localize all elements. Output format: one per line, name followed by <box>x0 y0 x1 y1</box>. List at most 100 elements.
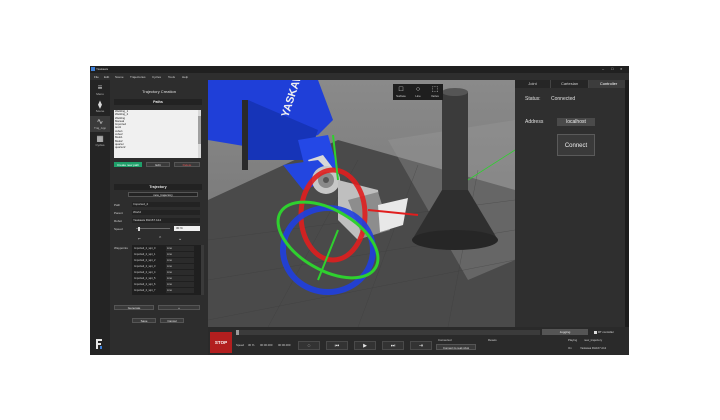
motion-select[interactable]: Line <box>166 263 194 269</box>
address-input[interactable]: localhost <box>557 118 595 126</box>
trajectory-icon: ∿ <box>96 117 104 126</box>
icon-sidebar: ≡ Menu ⧫ Scene ∿ Traj_App ▦ Cycles <box>90 80 110 355</box>
cancel-button[interactable]: Cancel <box>160 318 184 323</box>
status-value: Connected <box>551 96 576 102</box>
field-label: Speed <box>114 227 123 231</box>
minimize-icon[interactable]: ─ <box>602 67 604 71</box>
list-item[interactable]: quarter2 <box>114 145 198 149</box>
status-label: Status: <box>525 96 541 102</box>
scrollbar-thumb[interactable] <box>198 116 201 144</box>
step-button[interactable]: ⇥ <box>410 341 432 350</box>
motion-select[interactable]: Line <box>166 257 194 263</box>
timeline-handle[interactable] <box>236 330 239 335</box>
surface-label[interactable]: Surface <box>393 94 409 98</box>
rt-controller-checkbox[interactable]: RT controller <box>594 330 614 334</box>
on-value: Yaskawa RH167 A12 <box>580 346 607 350</box>
close-icon[interactable]: ✕ <box>620 67 623 71</box>
maximize-icon[interactable]: ☐ <box>611 67 614 71</box>
waypoint-tools: ⌐ ⌃ ⌄ <box>134 236 204 242</box>
trajectory-name-field[interactable]: new_trajectory <box>128 192 198 197</box>
slider-knob[interactable] <box>137 226 140 231</box>
save-button[interactable]: Save <box>132 318 156 323</box>
motion-select[interactable]: Line <box>166 281 194 287</box>
connect-real-robot-button[interactable]: Connect to real robot <box>436 344 476 350</box>
play-button[interactable]: ▶ <box>354 341 376 350</box>
generate-button[interactable]: Generate <box>114 305 154 310</box>
skip-forward-button[interactable]: ⏭ <box>382 341 404 350</box>
line-label[interactable]: Line <box>410 94 426 98</box>
create-path-button[interactable]: Create new path <box>114 162 142 167</box>
3d-viewport[interactable]: YASKAWA □ Surface ○ Line ⬚ Vertex <box>208 80 515 327</box>
tab-joint[interactable]: Joint <box>515 80 551 88</box>
timeline-slider[interactable] <box>236 330 540 335</box>
speed-stepper[interactable]: 30 % <box>174 226 200 231</box>
vertex-label[interactable]: Vertex <box>427 94 443 98</box>
surface-icon[interactable]: □ <box>393 86 409 93</box>
menu-file[interactable]: File <box>94 75 99 79</box>
paths-list[interactable]: Welding_1 Welding_2 Welding Manual Impor… <box>114 110 198 158</box>
tab-controller[interactable]: Controller <box>589 80 629 88</box>
checkbox-box[interactable] <box>594 330 597 334</box>
waypoints-table[interactable]: Imported_2_wpt_0 Line Imported_2_wpt_1 Lin… <box>132 245 204 295</box>
menu-cycles[interactable]: Cycles <box>152 75 161 79</box>
waypoint-name: Imported_2_wpt_5 <box>134 276 156 280</box>
waypoint-name: Imported_2_wpt_0 <box>134 246 156 250</box>
robot-select[interactable]: Yaskawa RH167 A12 <box>132 218 200 223</box>
panel-tabs: Joint Cartesian Controller <box>515 80 629 88</box>
field-label: Parent <box>114 211 123 215</box>
motion-select[interactable]: Line <box>166 251 194 257</box>
motion-select[interactable]: Line <box>166 275 194 281</box>
parent-field: Parent World <box>114 210 202 215</box>
vertex-icon[interactable]: ⬚ <box>427 86 443 93</box>
cycles-icon: ▦ <box>96 134 104 143</box>
delete-path-button[interactable]: Delete <box>174 162 200 167</box>
menu-help[interactable]: Help <box>182 75 188 79</box>
skip-back-button[interactable]: ⏮ <box>326 341 348 350</box>
menu-tools[interactable]: Tools <box>168 75 175 79</box>
table-row[interactable]: Imported_2_wpt_7 Line <box>132 287 200 293</box>
speed-slider[interactable] <box>136 226 170 231</box>
loop-button[interactable]: ◌ <box>298 341 320 350</box>
playing-label: Playing <box>568 338 578 342</box>
title-bar: Yaskawa ─ ☐ ✕ <box>90 66 629 73</box>
insert-waypoint-icon[interactable]: ⌐ <box>138 236 141 242</box>
parent-select[interactable]: World <box>132 210 200 215</box>
playing-value: new_trajectory <box>584 338 603 342</box>
right-edge-bar <box>625 80 629 327</box>
menu-edit[interactable]: Edit <box>104 75 109 79</box>
sidebar-item-scene[interactable]: ⧫ Scene <box>90 99 110 115</box>
speed-label: Speed <box>236 343 245 347</box>
tab-cartesian[interactable]: Cartesian <box>551 80 589 88</box>
motion-select[interactable]: Line <box>166 269 194 275</box>
sidebar-item-trajectory[interactable]: ∿ Traj_App <box>90 116 110 132</box>
sidebar-item-label: Scene <box>95 109 105 113</box>
move-down-icon[interactable]: ⌄ <box>178 236 182 242</box>
motion-select[interactable]: Line <box>166 287 194 293</box>
waypoint-name: Imported_2_wpt_2 <box>134 258 156 262</box>
waypoints-scrollbar[interactable] <box>201 245 204 295</box>
time-current: 00:00.000 <box>260 343 273 347</box>
path-select[interactable]: Imported_2 <box>132 202 200 207</box>
motion-select[interactable]: Line <box>166 245 194 251</box>
waypoint-name: Imported_2_wpt_7 <box>134 288 156 292</box>
loop-icon: ◌ <box>307 343 311 349</box>
sidebar-item-cycles[interactable]: ▦ Cycles <box>90 133 110 149</box>
edit-path-button[interactable]: Edit <box>146 162 170 167</box>
menu-scene[interactable]: Scene <box>115 75 124 79</box>
stop-button[interactable]: STOP <box>210 332 232 353</box>
sidebar-item-menu[interactable]: ≡ Menu <box>90 82 110 98</box>
address-label: Address <box>525 119 544 125</box>
add-button[interactable]: + <box>158 305 200 310</box>
skip-forward-icon: ⏭ <box>390 343 396 349</box>
sidebar-item-label: Traj_App <box>93 126 107 130</box>
paths-scrollbar[interactable] <box>198 110 201 158</box>
waypoints-label: Waypoints <box>114 246 128 250</box>
scene-render[interactable]: YASKAWA <box>208 80 515 327</box>
menu-trajectories[interactable]: Trajectories <box>130 75 146 79</box>
move-up-icon[interactable]: ⌃ <box>158 236 162 242</box>
jogging-button[interactable]: Jogging <box>542 329 588 335</box>
waypoint-name: Imported_2_wpt_6 <box>134 282 156 286</box>
connect-button[interactable]: Connect <box>557 134 595 156</box>
waypoint-name: Imported_2_wpt_4 <box>134 270 156 274</box>
line-icon[interactable]: ○ <box>410 86 426 93</box>
